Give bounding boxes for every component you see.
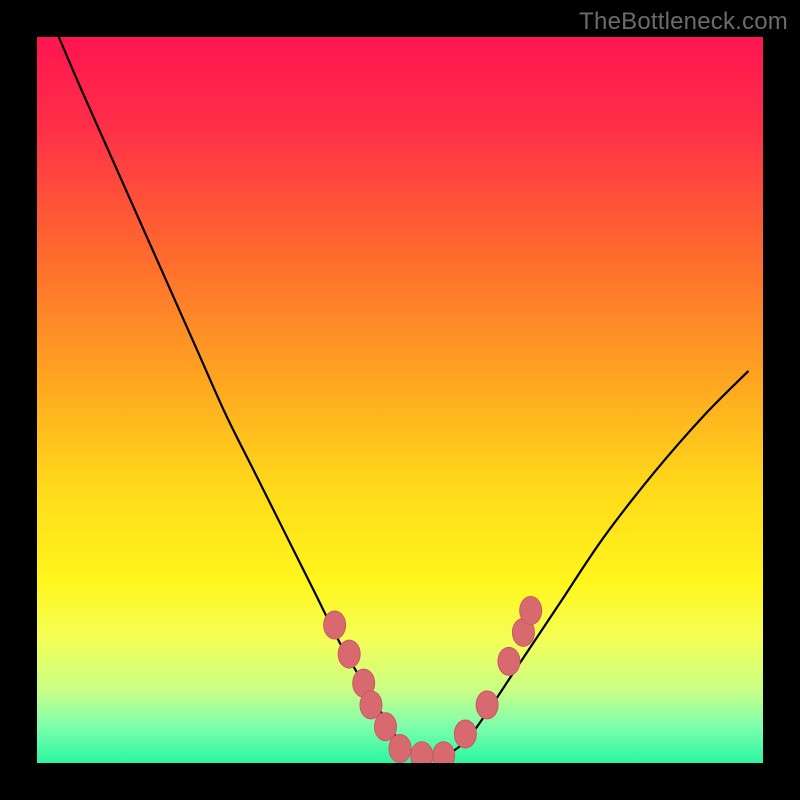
marker-point (454, 720, 476, 748)
bottleneck-curve (59, 37, 749, 758)
marker-point (360, 691, 382, 719)
marker-point (324, 611, 346, 639)
marker-point (411, 742, 433, 763)
marker-point (374, 713, 396, 741)
marker-point (389, 734, 411, 762)
curve-layer (37, 37, 763, 763)
marker-point (498, 647, 520, 675)
chart-frame: TheBottleneck.com (0, 0, 800, 800)
watermark-text: TheBottleneck.com (579, 8, 788, 36)
marker-point (520, 597, 542, 625)
marker-point (476, 691, 498, 719)
plot-area (37, 37, 763, 763)
marker-point (433, 742, 455, 763)
marker-point (338, 640, 360, 668)
